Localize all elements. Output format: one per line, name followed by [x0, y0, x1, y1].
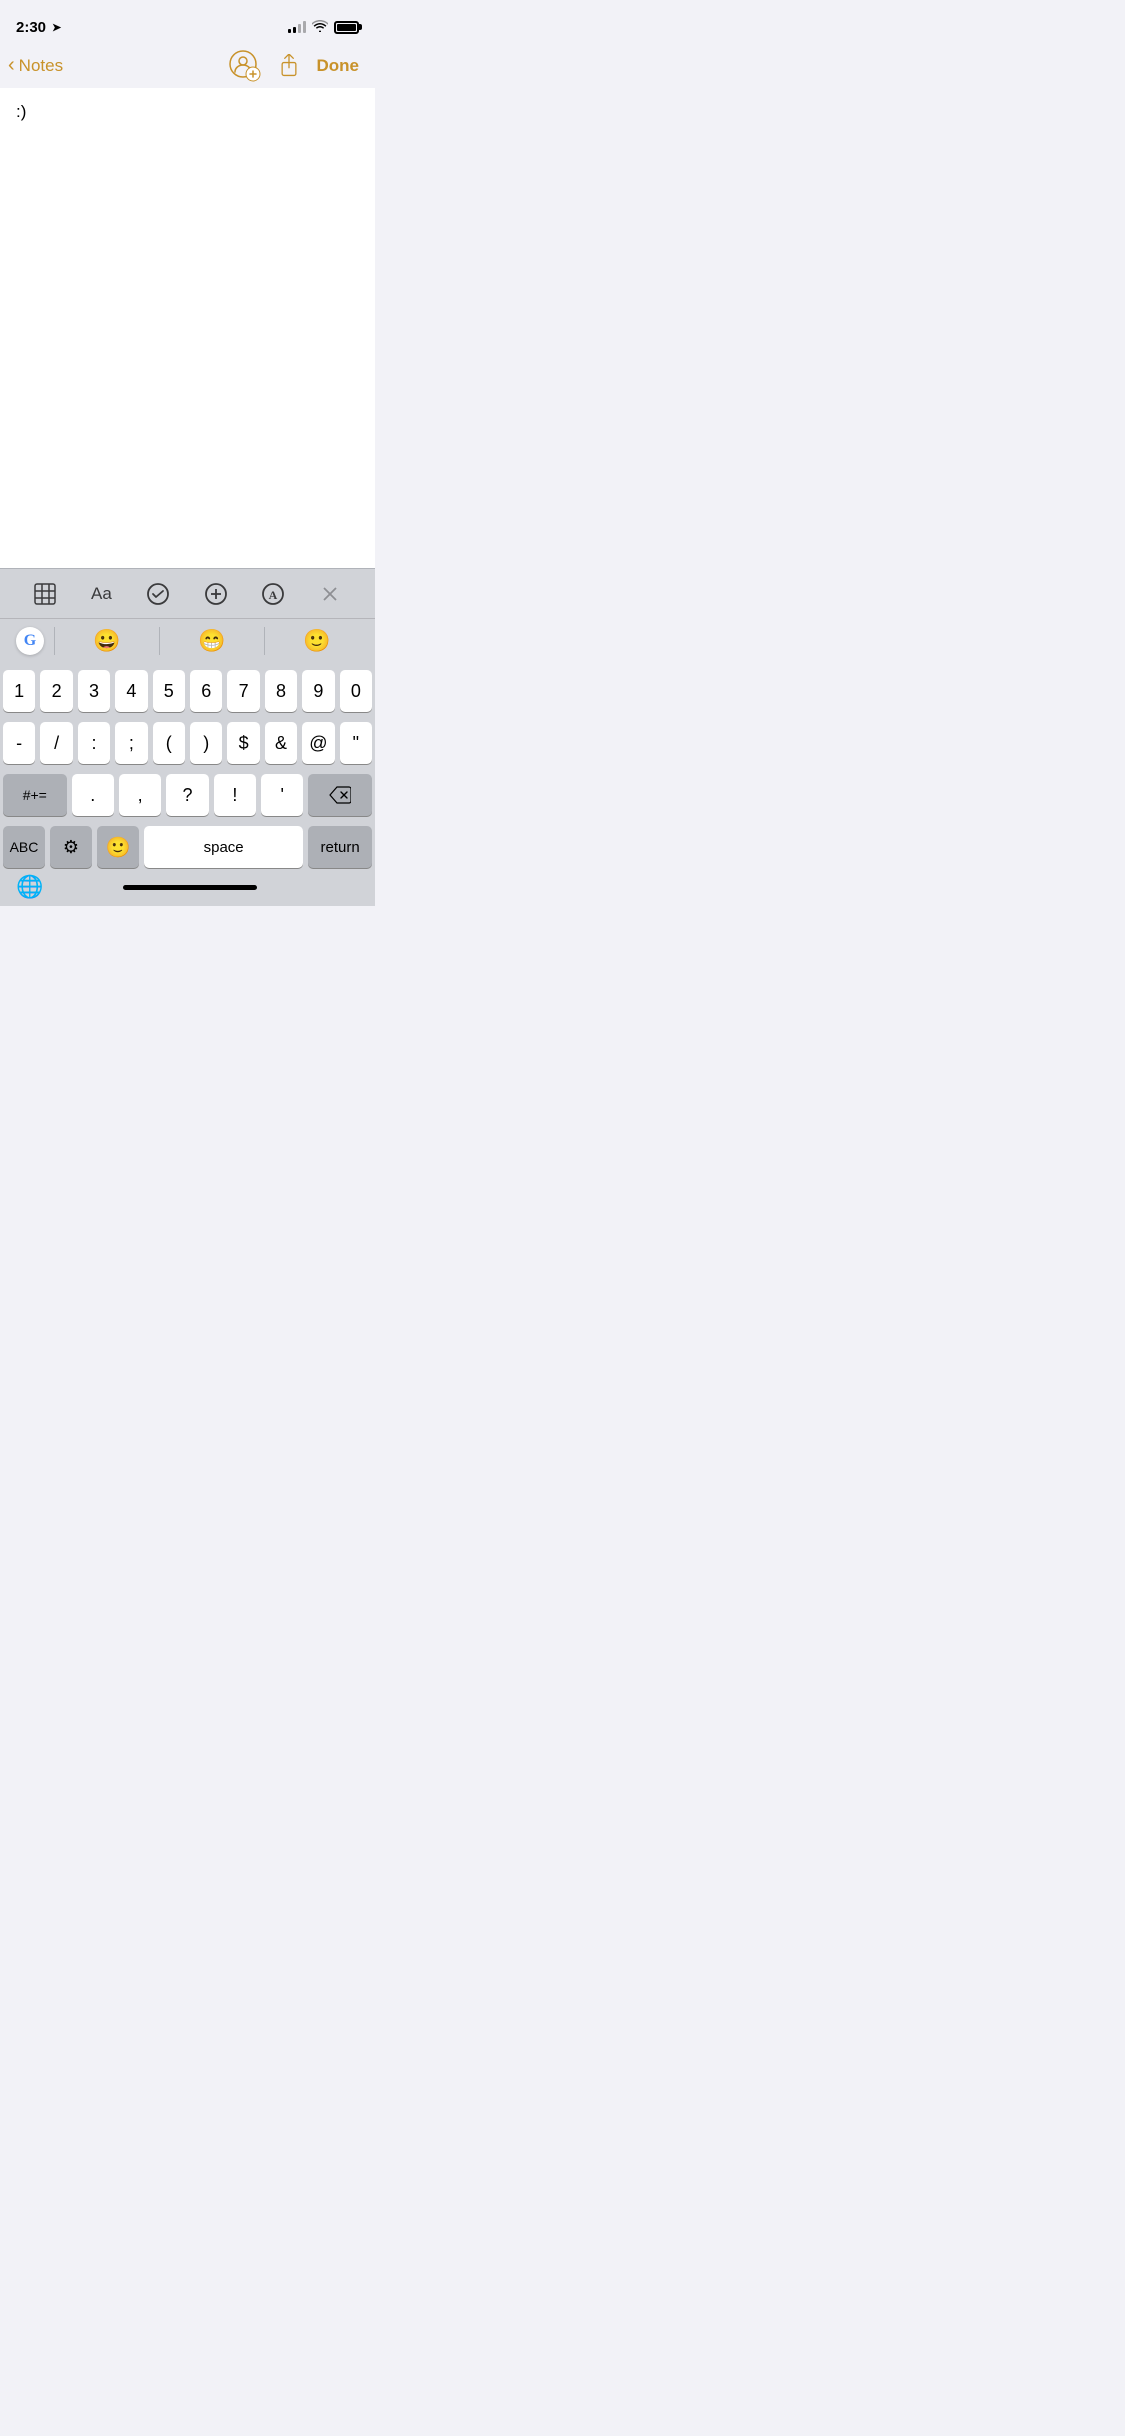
back-button[interactable]: ‹ Notes — [8, 55, 63, 77]
key-slash[interactable]: / — [40, 722, 72, 764]
note-text: :) — [16, 100, 359, 124]
key-5[interactable]: 5 — [153, 670, 185, 712]
chevron-left-icon: ‹ — [8, 54, 15, 77]
key-2[interactable]: 2 — [40, 670, 72, 712]
key-question[interactable]: ? — [166, 774, 208, 816]
formatting-toolbar: Aa A — [0, 568, 375, 618]
status-bar: 2:30 ➤ — [0, 0, 375, 44]
key-exclamation[interactable]: ! — [214, 774, 256, 816]
divider-2 — [159, 627, 160, 655]
nav-bar: ‹ Notes Done — [0, 44, 375, 88]
key-row-symbols: - / : ; ( ) $ & @ " — [3, 722, 372, 764]
key-semicolon[interactable]: ; — [115, 722, 147, 764]
key-row-bottom: ABC ⚙ 🙂 space return — [3, 826, 372, 868]
divider-3 — [264, 627, 265, 655]
time-display: 2:30 — [16, 19, 46, 36]
key-apostrophe[interactable]: ' — [261, 774, 303, 816]
key-quote[interactable]: " — [340, 722, 372, 764]
bottom-bar: 🌐 — [0, 872, 375, 906]
key-emoji[interactable]: 🙂 — [97, 826, 139, 868]
key-6[interactable]: 6 — [190, 670, 222, 712]
key-period[interactable]: . — [72, 774, 114, 816]
add-contact-button[interactable] — [229, 50, 261, 82]
key-colon[interactable]: : — [78, 722, 110, 764]
key-abc[interactable]: ABC — [3, 826, 45, 868]
key-ampersand[interactable]: & — [265, 722, 297, 764]
nav-actions: Done — [229, 50, 360, 82]
key-open-paren[interactable]: ( — [153, 722, 185, 764]
wifi-icon — [312, 20, 328, 35]
close-toolbar-button[interactable] — [319, 583, 341, 605]
delete-key[interactable] — [308, 774, 372, 816]
key-hashtag-equals[interactable]: #+= — [3, 774, 67, 816]
key-dollar[interactable]: $ — [227, 722, 259, 764]
emoji-suggestion-1[interactable]: 😀 — [57, 628, 157, 654]
markup-button[interactable]: A — [262, 583, 284, 605]
key-return[interactable]: return — [308, 826, 372, 868]
home-indicator — [123, 885, 257, 890]
location-icon: ➤ — [52, 21, 61, 34]
emoji-suggestion-3[interactable]: 🙂 — [267, 628, 367, 654]
key-0[interactable]: 0 — [340, 670, 372, 712]
emoji-suggestion-2[interactable]: 😁 — [162, 628, 262, 654]
status-icons — [288, 20, 359, 35]
divider-1 — [54, 627, 55, 655]
key-1[interactable]: 1 — [3, 670, 35, 712]
key-row-numbers: 1 2 3 4 5 6 7 8 9 0 — [3, 670, 372, 712]
checklist-button[interactable] — [147, 583, 169, 605]
back-label: Notes — [19, 56, 63, 76]
globe-icon[interactable]: 🌐 — [16, 874, 43, 900]
key-close-paren[interactable]: ) — [190, 722, 222, 764]
signal-icon — [288, 21, 306, 33]
key-space[interactable]: space — [144, 826, 303, 868]
key-3[interactable]: 3 — [78, 670, 110, 712]
key-at[interactable]: @ — [302, 722, 334, 764]
key-8[interactable]: 8 — [265, 670, 297, 712]
add-button[interactable] — [205, 583, 227, 605]
note-content[interactable]: :) — [0, 88, 375, 568]
key-minus[interactable]: - — [3, 722, 35, 764]
table-button[interactable] — [34, 583, 56, 605]
key-comma[interactable]: , — [119, 774, 161, 816]
svg-text:A: A — [269, 588, 278, 602]
key-7[interactable]: 7 — [227, 670, 259, 712]
keyboard: 1 2 3 4 5 6 7 8 9 0 - / : ; ( ) $ & @ " … — [0, 662, 375, 872]
battery-icon — [334, 21, 359, 34]
suggestion-bar: G 😀 😁 🙂 — [0, 618, 375, 662]
share-button[interactable] — [277, 54, 301, 78]
key-settings[interactable]: ⚙ — [50, 826, 92, 868]
status-time: 2:30 ➤ — [16, 19, 61, 36]
key-4[interactable]: 4 — [115, 670, 147, 712]
done-button[interactable]: Done — [317, 56, 360, 76]
key-9[interactable]: 9 — [302, 670, 334, 712]
google-logo: G — [16, 627, 44, 655]
key-row-punctuation: #+= . , ? ! ' — [3, 774, 372, 816]
font-button[interactable]: Aa — [91, 584, 112, 604]
google-search-button[interactable]: G — [8, 619, 52, 663]
